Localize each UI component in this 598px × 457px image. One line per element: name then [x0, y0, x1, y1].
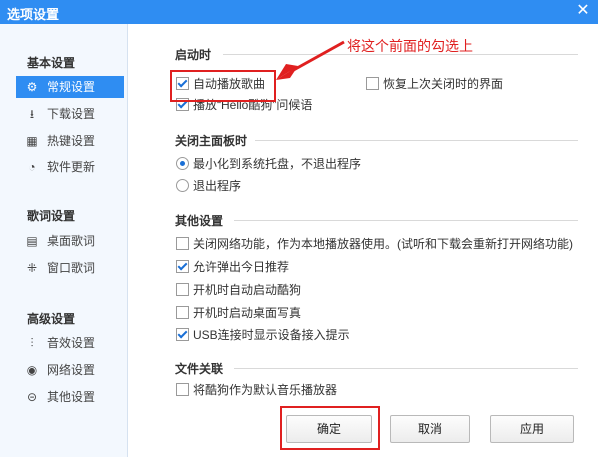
- window-lyrics-icon: ⁜: [26, 261, 38, 275]
- window-title: 选项设置: [7, 7, 60, 22]
- default-player-checkbox[interactable]: 将酷狗作为默认音乐播放器: [176, 382, 337, 398]
- title-bar: 选项设置 ✕: [0, 0, 598, 24]
- annotation-text: 将这个前面的勾选上: [347, 38, 473, 54]
- apply-button[interactable]: 应用: [490, 415, 574, 443]
- sidebar-item-desktop-lyrics[interactable]: ▤ 桌面歌词: [16, 230, 124, 252]
- checkbox-box: [176, 237, 189, 250]
- annotation-arrow-icon: [276, 40, 345, 80]
- radio-label: 退出程序: [193, 179, 242, 193]
- sidebar-section-basic: 基本设置: [27, 56, 76, 70]
- network-off-checkbox[interactable]: 关闭网络功能，作为本地播放器使用。(试听和下载会重新打开网络功能): [176, 236, 573, 252]
- checkbox-label: 开机时自动启动酷狗: [193, 283, 302, 297]
- usb-prompt-checkbox[interactable]: USB连接时显示设备接入提示: [176, 327, 350, 343]
- radio-button: [176, 157, 189, 170]
- sidebar-item-hotkey[interactable]: ▦ 热键设置: [16, 130, 124, 152]
- divider: [234, 220, 578, 221]
- checkbox-box: [176, 283, 189, 296]
- exit-program-radio[interactable]: 退出程序: [176, 178, 241, 194]
- restore-session-checkbox[interactable]: 恢复上次关闭时的界面: [366, 76, 503, 92]
- highlight-box-autoplay: [170, 70, 276, 102]
- desktop-lyrics-icon: ▤: [26, 234, 38, 248]
- sidebar-item-label: 窗口歌词: [47, 261, 96, 275]
- network-icon: ◉: [26, 363, 38, 377]
- checkbox-label: 将酷狗作为默认音乐播放器: [193, 383, 338, 397]
- desktop-photo-checkbox[interactable]: 开机时启动桌面写真: [176, 305, 301, 321]
- cancel-button[interactable]: 取消: [390, 415, 470, 443]
- checkbox-label: USB连接时显示设备接入提示: [193, 328, 350, 342]
- checkbox-box: [366, 77, 379, 90]
- equalizer-icon: ⫶: [30, 336, 34, 350]
- sidebar-item-label: 下载设置: [47, 107, 96, 121]
- group-title-startup: 启动时: [175, 48, 212, 62]
- group-title-other: 其他设置: [175, 214, 224, 228]
- sidebar-item-label: 热键设置: [47, 134, 96, 148]
- sidebar-item-window-lyrics[interactable]: ⁜ 窗口歌词: [16, 257, 124, 279]
- divider: [255, 140, 578, 141]
- more-icon: ⊝: [26, 390, 38, 404]
- sidebar-item-network[interactable]: ◉ 网络设置: [16, 359, 124, 381]
- checkbox-box: [176, 328, 189, 341]
- sidebar-item-update[interactable]: ◔ 软件更新: [16, 156, 124, 178]
- close-icon[interactable]: ✕: [574, 2, 592, 20]
- radio-label: 最小化到系统托盘，不退出程序: [193, 157, 362, 171]
- keyboard-icon: ▦: [26, 134, 38, 148]
- sidebar-item-label: 音效设置: [47, 336, 96, 350]
- sidebar-item-download[interactable]: ⭳ 下载设置: [16, 103, 124, 125]
- sidebar-item-label: 常规设置: [47, 80, 96, 94]
- checkbox-label: 允许弹出今日推荐: [193, 260, 290, 274]
- sidebar-item-label: 软件更新: [47, 160, 96, 174]
- sidebar-item-label: 其他设置: [47, 390, 96, 404]
- sidebar-item-general[interactable]: ⚙ 常规设置: [16, 76, 124, 98]
- download-icon: ⭳: [29, 107, 35, 121]
- checkbox-box: [176, 383, 189, 396]
- checkbox-box: [176, 260, 189, 273]
- sidebar-item-label: 网络设置: [47, 363, 96, 377]
- minimize-to-tray-radio[interactable]: 最小化到系统托盘，不退出程序: [176, 156, 361, 172]
- sidebar-item-other[interactable]: ⊝ 其他设置: [16, 386, 124, 408]
- checkbox-box: [176, 306, 189, 319]
- sidebar: 基本设置 ⚙ 常规设置 ⭳ 下载设置 ▦ 热键设置 ◔ 软件更新 歌词设置 ▤ 桌面歌词 …: [0, 24, 128, 457]
- radio-button: [176, 179, 189, 192]
- sidebar-item-label: 桌面歌词: [47, 234, 96, 248]
- update-icon: ◔: [28, 160, 36, 174]
- highlight-box-ok: [280, 406, 380, 450]
- group-title-file-association: 文件关联: [175, 362, 224, 376]
- sidebar-item-sound[interactable]: ⫶ 音效设置: [16, 332, 124, 354]
- gear-icon: ⚙: [26, 80, 38, 94]
- checkbox-label: 恢复上次关闭时的界面: [383, 77, 504, 91]
- checkbox-label: 开机时启动桌面写真: [193, 306, 302, 320]
- checkbox-label: 关闭网络功能，作为本地播放器使用。(试听和下载会重新打开网络功能): [193, 237, 573, 251]
- sidebar-section-lyrics: 歌词设置: [27, 209, 76, 223]
- group-title-close-panel: 关闭主面板时: [175, 134, 248, 148]
- autostart-checkbox[interactable]: 开机时自动启动酷狗: [176, 282, 301, 298]
- sidebar-section-advanced: 高级设置: [27, 312, 76, 326]
- divider: [234, 368, 578, 369]
- daily-recommendation-checkbox[interactable]: 允许弹出今日推荐: [176, 259, 289, 275]
